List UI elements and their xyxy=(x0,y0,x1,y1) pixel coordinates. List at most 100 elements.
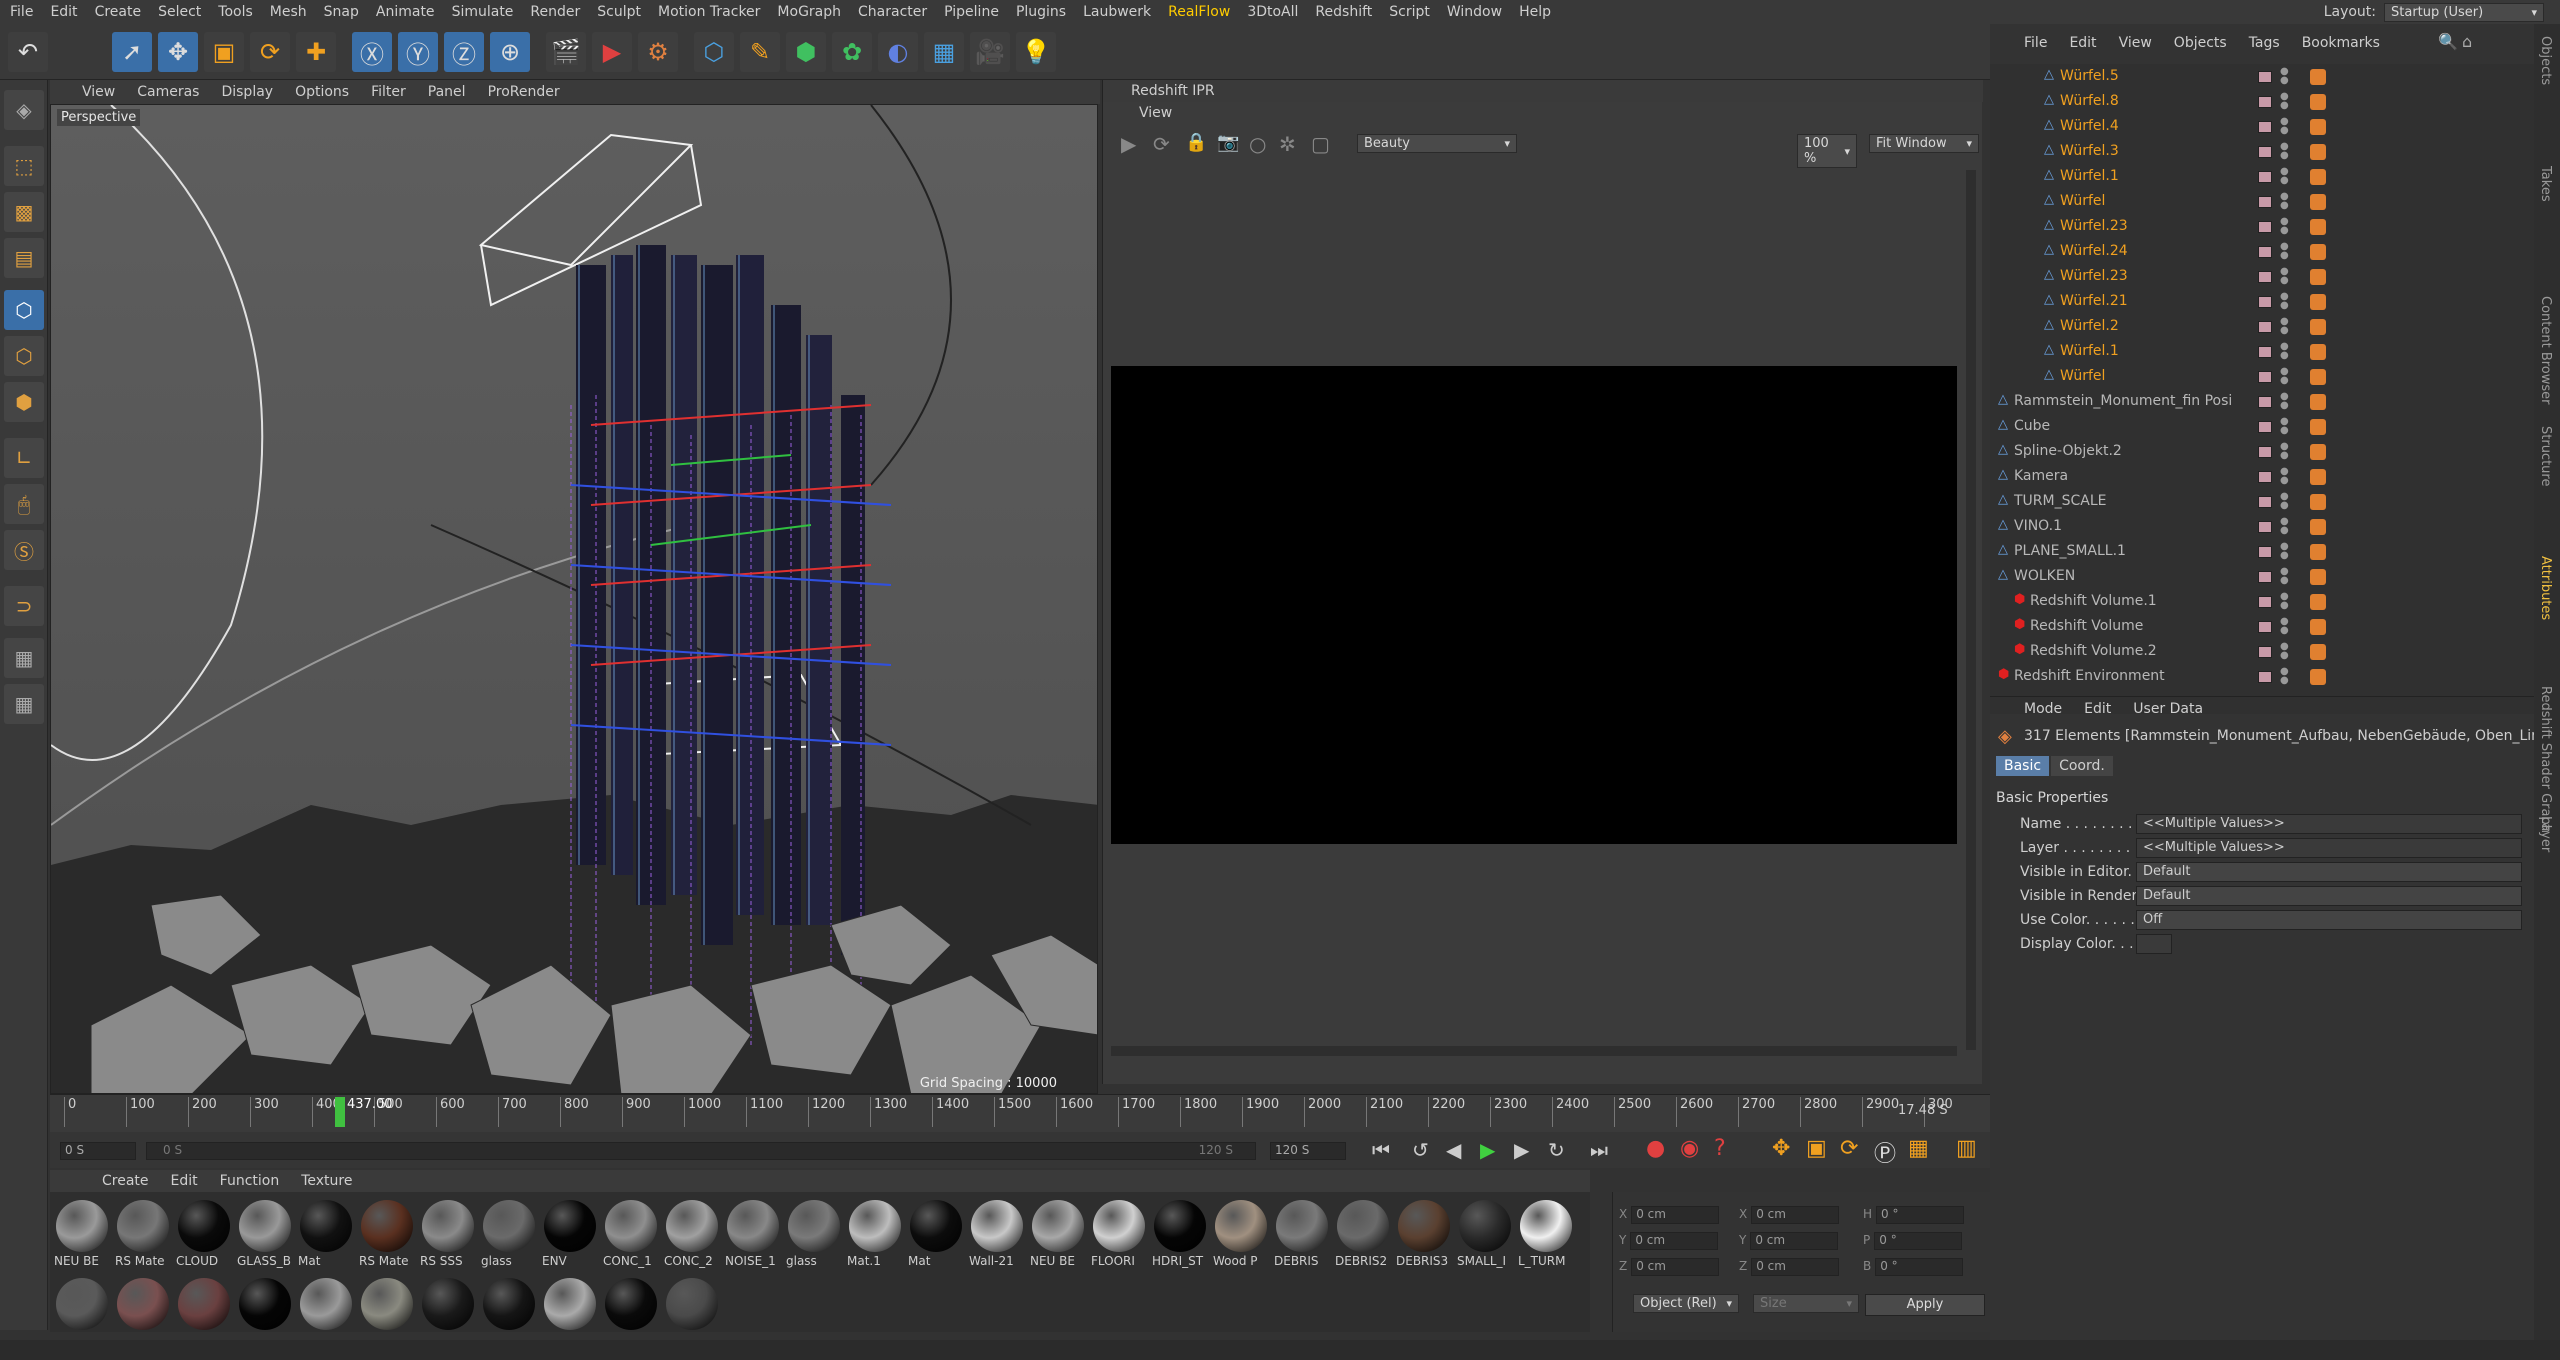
viewport-menu-view[interactable]: View xyxy=(82,84,115,100)
material-swatch[interactable]: glass xyxy=(481,1198,537,1268)
material-swatch[interactable] xyxy=(237,1276,293,1346)
menu-window[interactable]: Window xyxy=(1447,4,1502,20)
visibility-dots-icon[interactable]: ● ● xyxy=(2280,217,2289,236)
coord-y-field[interactable]: 0 cm xyxy=(1630,1232,1719,1250)
grid-icon[interactable]: ▦ xyxy=(4,684,44,724)
render-picture-viewer-icon[interactable]: ▶ xyxy=(592,32,632,72)
menu-redshift[interactable]: Redshift xyxy=(1315,4,1372,20)
material-menu-function[interactable]: Function xyxy=(220,1173,280,1189)
visibility-dots-icon[interactable]: ● ● xyxy=(2280,92,2289,111)
material-menu-create[interactable]: Create xyxy=(102,1173,149,1189)
viewport-menu-panel[interactable]: Panel xyxy=(428,84,466,100)
parameter-key-icon[interactable]: Ⓟ xyxy=(1874,1136,1896,1168)
next-key-icon[interactable]: ↻ xyxy=(1548,1138,1565,1162)
axis-mode-icon[interactable]: ∟ xyxy=(4,438,44,478)
material-swatch[interactable]: FLOORI xyxy=(1091,1198,1147,1268)
attribute-value[interactable]: Default xyxy=(2136,862,2522,882)
render-output[interactable] xyxy=(1111,366,1957,844)
visibility-dots-icon[interactable]: ● ● xyxy=(2280,392,2289,411)
timeline-ruler[interactable]: 0 100 200 300 400 500 600 700 800 900 1000 1100 1200… xyxy=(64,1097,1953,1127)
sidetab-attributes[interactable]: Attributes xyxy=(2538,556,2553,620)
cube-icon[interactable]: ⬡ xyxy=(694,32,734,72)
object-layer-swatch[interactable] xyxy=(2258,246,2272,258)
refresh-icon[interactable]: ⟳ xyxy=(1153,132,1170,156)
visibility-dots-icon[interactable]: ● ● xyxy=(2280,617,2289,636)
previous-key-icon[interactable]: ↺ xyxy=(1412,1138,1429,1162)
material-swatch[interactable]: Wood P xyxy=(1213,1198,1269,1268)
object-layer-swatch[interactable] xyxy=(2258,646,2272,658)
lock-icon[interactable]: 🔒 xyxy=(1185,132,1207,153)
coord-p-field[interactable]: 0 ° xyxy=(1874,1232,1963,1250)
menu-snap[interactable]: Snap xyxy=(324,4,359,20)
layout-dropdown[interactable]: Startup (User) xyxy=(2384,2,2544,22)
material-swatch[interactable]: NOISE_1 xyxy=(725,1198,781,1268)
region-icon[interactable]: ▢ xyxy=(1311,132,1330,156)
visibility-dots-icon[interactable]: ● ● xyxy=(2280,417,2289,436)
material-swatch[interactable]: CONC_2 xyxy=(664,1198,720,1268)
object-menu-tags[interactable]: Tags xyxy=(2249,35,2280,51)
visibility-dots-icon[interactable]: ● ● xyxy=(2280,517,2289,536)
object-layer-swatch[interactable] xyxy=(2258,171,2272,183)
material-swatch[interactable]: Mat xyxy=(298,1198,354,1268)
circle-icon[interactable]: ○ xyxy=(1249,132,1266,156)
z-axis-icon[interactable]: Ⓩ xyxy=(444,32,484,72)
range-slider[interactable]: 0 S 120 S xyxy=(146,1142,1256,1160)
material-swatch[interactable]: glass xyxy=(786,1198,842,1268)
live-selection-icon[interactable]: ➚ xyxy=(112,32,152,72)
step-back-icon[interactable]: ◀ xyxy=(1446,1138,1461,1162)
object-row[interactable]: △ Würfel.8 ● ● xyxy=(1990,89,2534,114)
object-layer-swatch[interactable] xyxy=(2258,671,2272,683)
snapshot-icon[interactable]: 📷 xyxy=(1217,132,1239,153)
menu-mesh[interactable]: Mesh xyxy=(270,4,307,20)
sidetab-redshift-shader-graph[interactable]: Redshift Shader Graph xyxy=(2538,686,2553,833)
visibility-dots-icon[interactable]: ● ● xyxy=(2280,667,2289,686)
object-list[interactable]: △ Würfel.5 ● ● △ Würfel.8 ● ● △ Würfel.4 ● ● △ Wür… xyxy=(1990,64,2534,714)
object-row[interactable]: △ Würfel.24 ● ● xyxy=(1990,239,2534,264)
material-swatch[interactable] xyxy=(115,1276,171,1346)
material-menu-edit[interactable]: Edit xyxy=(171,1173,198,1189)
object-row[interactable]: △ PLANE_SMALL.1 ● ● xyxy=(1990,539,2534,564)
menu-3dtoall[interactable]: 3DtoAll xyxy=(1247,4,1298,20)
material-swatch[interactable]: HDRI_ST xyxy=(1152,1198,1208,1268)
make-editable-icon[interactable]: ◈ xyxy=(4,90,44,130)
object-layer-swatch[interactable] xyxy=(2258,421,2272,433)
coordinate-system-icon[interactable]: ⊕ xyxy=(490,32,530,72)
viewport-menu-display[interactable]: Display xyxy=(221,84,273,100)
object-row[interactable]: △ Würfel.1 ● ● xyxy=(1990,339,2534,364)
object-layer-swatch[interactable] xyxy=(2258,496,2272,508)
attribute-menu-edit[interactable]: Edit xyxy=(2084,701,2111,717)
material-swatch[interactable] xyxy=(542,1276,598,1346)
object-row[interactable]: △ Würfel.4 ● ● xyxy=(1990,114,2534,139)
coord-sx-field[interactable]: 0 cm xyxy=(1751,1206,1840,1224)
tweak-mode-icon[interactable]: 🖱 xyxy=(4,484,44,524)
attribute-value[interactable]: Default xyxy=(2136,886,2522,906)
visibility-dots-icon[interactable]: ● ● xyxy=(2280,442,2289,461)
y-axis-icon[interactable]: Ⓨ xyxy=(398,32,438,72)
menu-render[interactable]: Render xyxy=(530,4,580,20)
record-icon[interactable]: ● xyxy=(1646,1136,1665,1161)
coord-x-field[interactable]: 0 cm xyxy=(1631,1206,1720,1224)
object-layer-swatch[interactable] xyxy=(2258,521,2272,533)
material-swatch[interactable] xyxy=(481,1276,537,1346)
deformer-icon[interactable]: ◐ xyxy=(878,32,918,72)
object-row[interactable]: △ Würfel.23 ● ● xyxy=(1990,264,2534,289)
sidetab-layer[interactable]: Layer xyxy=(2538,816,2553,852)
x-axis-icon[interactable]: Ⓧ xyxy=(352,32,392,72)
ipr-menu-view[interactable]: View xyxy=(1103,102,1983,124)
object-row[interactable]: △ TURM_SCALE ● ● xyxy=(1990,489,2534,514)
material-swatch[interactable]: RS Mate xyxy=(115,1198,171,1268)
object-menu-bookmarks[interactable]: Bookmarks xyxy=(2302,35,2380,51)
menu-plugins[interactable]: Plugins xyxy=(1016,4,1066,20)
home-icon[interactable]: ⌂ xyxy=(2462,32,2472,51)
visibility-dots-icon[interactable]: ● ● xyxy=(2280,542,2289,561)
material-swatch[interactable]: CONC_1 xyxy=(603,1198,659,1268)
workplane-lock-icon[interactable]: ▦ xyxy=(4,638,44,678)
material-swatch[interactable]: DEBRIS2 xyxy=(1335,1198,1391,1268)
object-row[interactable]: ⬢ Redshift Environment ● ● xyxy=(1990,664,2534,689)
attribute-value[interactable]: Off xyxy=(2136,910,2522,930)
visibility-dots-icon[interactable]: ● ● xyxy=(2280,317,2289,336)
material-swatch[interactable] xyxy=(664,1276,720,1346)
move-key-icon[interactable]: ✥ xyxy=(1772,1136,1790,1161)
go-to-end-icon[interactable]: ⏭ xyxy=(1590,1138,1608,1162)
visibility-dots-icon[interactable]: ● ● xyxy=(2280,167,2289,186)
